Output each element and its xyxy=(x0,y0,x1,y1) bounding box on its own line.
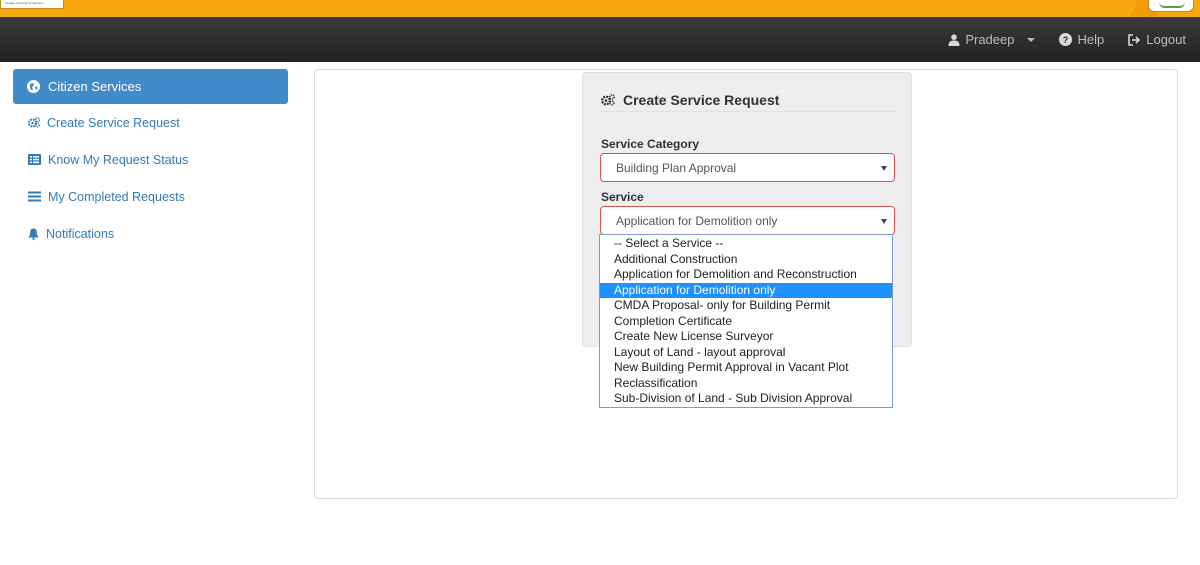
sidebar-item-label: My Completed Requests xyxy=(48,189,185,204)
cogs-icon xyxy=(28,117,40,128)
list-icon xyxy=(28,191,41,202)
brand-strip: Greater Chennai Corporation xyxy=(0,0,1200,17)
service-category-select[interactable]: Building Plan Approval xyxy=(600,153,895,182)
card-title: Create Service Request xyxy=(601,92,896,112)
globe-icon xyxy=(27,80,40,93)
sidebar-item-citizen-services[interactable]: Citizen Services xyxy=(13,69,288,104)
dropdown-option[interactable]: Completion Certificate xyxy=(600,314,892,330)
svg-text:?: ? xyxy=(1063,35,1069,45)
bell-icon xyxy=(28,228,39,240)
service-label: Service xyxy=(601,190,644,204)
sidebar-item-create-service-request[interactable]: Create Service Request xyxy=(13,104,288,141)
service-category-label: Service Category xyxy=(601,137,700,151)
list-alt-icon xyxy=(28,154,41,165)
service-select[interactable]: Application for Demolition only xyxy=(600,206,895,235)
dropdown-option[interactable]: Create New License Surveyor xyxy=(600,329,892,345)
question-circle-icon: ? xyxy=(1059,33,1073,46)
dropdown-option[interactable]: Sub-Division of Land - Sub Division Appr… xyxy=(600,391,892,407)
logout-label: Logout xyxy=(1146,32,1186,47)
sidebar: Citizen Services Create Service Request … xyxy=(13,69,288,252)
dropdown-option[interactable]: Application for Demolition and Reconstru… xyxy=(600,267,892,283)
user-name: Pradeep xyxy=(965,32,1015,47)
logo-text: Greater Chennai Corporation xyxy=(5,1,44,5)
top-navbar: Pradeep ? Help Logout xyxy=(0,17,1200,62)
dropdown-option[interactable]: -- Select a Service -- xyxy=(600,236,892,252)
chevron-down-icon xyxy=(1027,37,1036,42)
dropdown-option[interactable]: Reclassification xyxy=(600,376,892,392)
emblem-logo xyxy=(1148,0,1194,12)
dropdown-option[interactable]: Layout of Land - layout approval xyxy=(600,345,892,361)
card-title-text: Create Service Request xyxy=(623,91,780,108)
sidebar-item-notifications[interactable]: Notifications xyxy=(13,215,288,252)
dropdown-option[interactable]: New Building Permit Approval in Vacant P… xyxy=(600,360,892,376)
sidebar-item-label: Citizen Services xyxy=(48,79,142,94)
help-label: Help xyxy=(1077,32,1105,47)
sidebar-item-know-my-request-status[interactable]: Know My Request Status xyxy=(13,141,288,178)
sidebar-item-my-completed-requests[interactable]: My Completed Requests xyxy=(13,178,288,215)
corporation-logo[interactable]: Greater Chennai Corporation xyxy=(0,0,64,9)
sidebar-item-label: Create Service Request xyxy=(47,115,180,130)
dropdown-arrow-icon xyxy=(881,166,887,171)
cogs-icon xyxy=(601,93,615,106)
dropdown-option[interactable]: CMDA Proposal- only for Building Permit xyxy=(600,298,892,314)
emblem-swoosh xyxy=(1159,2,1185,8)
service-value: Application for Demolition only xyxy=(616,213,778,228)
user-icon xyxy=(948,33,960,46)
navbar-user-menu: Pradeep ? Help Logout xyxy=(948,17,1186,62)
logout-link[interactable]: Logout xyxy=(1128,32,1186,47)
user-menu-toggle[interactable]: Pradeep xyxy=(948,32,1036,47)
dropdown-arrow-icon xyxy=(881,219,887,224)
dropdown-option[interactable]: Application for Demolition only xyxy=(600,282,892,298)
service-category-value: Building Plan Approval xyxy=(616,160,737,175)
dropdown-option[interactable]: Additional Construction xyxy=(600,252,892,268)
service-dropdown-list[interactable]: -- Select a Service -- Additional Constru… xyxy=(599,234,893,408)
sidebar-item-label: Know My Request Status xyxy=(48,152,189,167)
logout-icon xyxy=(1128,33,1141,46)
help-link[interactable]: ? Help xyxy=(1059,32,1104,47)
sidebar-item-label: Notifications xyxy=(46,226,115,241)
